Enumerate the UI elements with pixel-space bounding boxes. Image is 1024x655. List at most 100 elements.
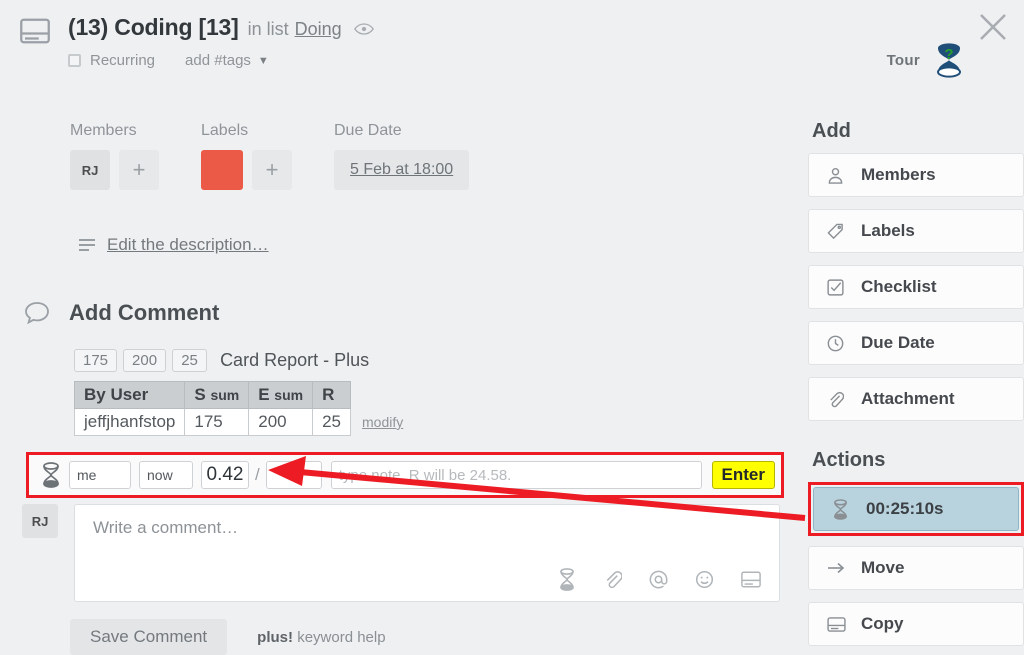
modify-link[interactable]: modify bbox=[351, 414, 403, 430]
cell-e-sum: 200 bbox=[248, 408, 314, 436]
sidebar-item-label: Members bbox=[861, 165, 936, 184]
page-title: (13) Coding [13] bbox=[68, 14, 239, 40]
recurring-checkbox[interactable] bbox=[68, 54, 81, 67]
card-sidebar: Add Members Labels Checklist Due Date At… bbox=[808, 0, 1024, 651]
report-badge-s[interactable]: 175 bbox=[74, 349, 118, 372]
emoji-icon[interactable] bbox=[695, 570, 714, 589]
sidebar-item-members[interactable]: Members bbox=[808, 153, 1024, 197]
report-table: By User S sum E sum R jeffjhanfstop 175 … bbox=[73, 381, 404, 436]
members-label: Members bbox=[70, 122, 137, 139]
add-tags-button[interactable]: add #tags bbox=[185, 52, 251, 69]
card-report: 175 200 25 Card Report - Plus By User S … bbox=[73, 349, 404, 436]
sidebar-item-due-date[interactable]: Due Date bbox=[808, 321, 1024, 365]
sidebar-item-label: Due Date bbox=[861, 333, 935, 352]
report-title: Card Report - Plus bbox=[220, 350, 370, 370]
time-estimate-input[interactable] bbox=[265, 461, 322, 489]
time-entry-bar: me now 0.42 / type note, R will be 24.58… bbox=[26, 452, 784, 498]
add-label-button[interactable]: + bbox=[252, 150, 292, 190]
sidebar-item-label: Move bbox=[861, 558, 905, 577]
cell-r: 25 bbox=[312, 408, 352, 436]
recurring-label: Recurring bbox=[90, 52, 156, 69]
edit-description-link[interactable]: Edit the description… bbox=[107, 235, 269, 255]
col-r: R bbox=[312, 381, 352, 409]
paperclip-icon[interactable] bbox=[603, 570, 622, 589]
members-section: Members RJ + bbox=[70, 122, 159, 190]
tag-icon bbox=[827, 223, 849, 240]
labels-section: Labels + bbox=[201, 122, 292, 190]
sidebar-item-move[interactable]: Move bbox=[808, 546, 1024, 590]
labels-label: Labels bbox=[201, 122, 249, 139]
timer-highlight-box: 00:25:10s bbox=[808, 482, 1024, 536]
col-by-user: By User bbox=[73, 381, 186, 409]
card-icon[interactable] bbox=[741, 571, 761, 588]
sidebar-item-attachment[interactable]: Attachment bbox=[808, 377, 1024, 421]
comment-bubble-icon bbox=[24, 301, 50, 325]
add-comment-title: Add Comment bbox=[69, 300, 220, 325]
sidebar-item-label: Labels bbox=[861, 221, 915, 240]
comment-input[interactable]: Write a comment… bbox=[74, 504, 780, 602]
sidebar-item-timer[interactable]: 00:25:10s bbox=[813, 487, 1019, 531]
avatar[interactable]: RJ bbox=[70, 150, 110, 190]
checkbox-icon bbox=[827, 278, 849, 296]
in-list-text: in list bbox=[247, 19, 289, 39]
hourglass-icon[interactable] bbox=[558, 568, 576, 591]
sidebar-item-label: Attachment bbox=[861, 389, 955, 408]
keyword-help-bold: plus! bbox=[257, 628, 294, 646]
hourglass-help-icon[interactable]: ? bbox=[932, 42, 966, 78]
due-date-label: Due Date bbox=[334, 122, 402, 139]
due-date-section: Due Date 5 Feb at 18:00 bbox=[334, 122, 470, 190]
table-row: jeffjhanfstop 175 200 25 modify bbox=[73, 408, 403, 436]
card-main-column: (13) Coding [13] in list Doing Recurring… bbox=[0, 0, 800, 655]
svg-text:?: ? bbox=[944, 46, 953, 63]
arrow-right-icon bbox=[827, 561, 849, 575]
add-member-button[interactable]: + bbox=[119, 150, 159, 190]
tour-label: Tour bbox=[886, 51, 920, 69]
comment-actions: Save Comment plus! keyword help bbox=[70, 619, 386, 655]
save-comment-button[interactable]: Save Comment bbox=[70, 619, 228, 655]
keyword-help[interactable]: plus! keyword help bbox=[257, 629, 385, 646]
col-s-sum: S sum bbox=[184, 381, 250, 409]
list-link[interactable]: Doing bbox=[295, 19, 342, 40]
sidebar-item-checklist[interactable]: Checklist bbox=[808, 265, 1024, 309]
col-e-sum: E sum bbox=[248, 381, 314, 409]
report-badge-r[interactable]: 25 bbox=[172, 349, 208, 372]
time-spent-input[interactable]: 0.42 bbox=[201, 461, 249, 489]
time-who-input[interactable]: me bbox=[69, 461, 131, 489]
eye-icon[interactable] bbox=[353, 22, 374, 36]
card-header: (13) Coding [13] in list Doing Recurring… bbox=[20, 14, 800, 69]
clock-icon bbox=[827, 335, 849, 352]
enter-button[interactable]: Enter bbox=[711, 461, 775, 489]
description-lines-icon bbox=[78, 238, 96, 253]
keyword-help-rest: keyword help bbox=[297, 628, 386, 646]
sidebar-add-title: Add bbox=[812, 120, 851, 142]
comment-toolbar bbox=[531, 568, 761, 591]
cell-user: jeffjhanfstop bbox=[73, 408, 186, 436]
edit-description-row[interactable]: Edit the description… bbox=[78, 235, 269, 255]
comment-avatar: RJ bbox=[22, 504, 58, 538]
comment-placeholder: Write a comment… bbox=[93, 518, 239, 537]
label-swatch-red[interactable] bbox=[201, 150, 243, 190]
card-attributes: Members RJ + Labels + Due Date 5 Feb at … bbox=[70, 122, 470, 190]
sidebar-item-label: 00:25:10s bbox=[866, 499, 944, 518]
time-note-input[interactable]: type note, R will be 24.58. bbox=[330, 461, 702, 489]
sidebar-item-label: Checklist bbox=[861, 277, 937, 296]
report-badge-e[interactable]: 200 bbox=[123, 349, 167, 372]
tour-control[interactable]: Tour ? bbox=[887, 42, 966, 78]
card-icon bbox=[827, 616, 849, 632]
table-header-row: By User S sum E sum R bbox=[73, 381, 404, 409]
sidebar-actions-title: Actions bbox=[812, 449, 886, 471]
chevron-down-icon[interactable]: ▼ bbox=[258, 55, 269, 67]
col-e-sum-sub: sum bbox=[274, 387, 304, 403]
hourglass-icon bbox=[832, 498, 854, 520]
card-icon bbox=[20, 18, 50, 44]
hourglass-icon bbox=[41, 462, 61, 488]
paperclip-icon bbox=[827, 391, 849, 408]
comment-composer: RJ Write a comment… bbox=[22, 504, 780, 602]
time-when-input[interactable]: now bbox=[139, 461, 193, 489]
sidebar-item-labels[interactable]: Labels bbox=[808, 209, 1024, 253]
sidebar-item-copy[interactable]: Copy bbox=[808, 602, 1024, 646]
sidebar-item-label: Copy bbox=[861, 614, 904, 633]
due-date-value[interactable]: 5 Feb at 18:00 bbox=[334, 150, 470, 190]
mention-icon[interactable] bbox=[649, 570, 668, 589]
close-icon[interactable] bbox=[976, 10, 1010, 44]
